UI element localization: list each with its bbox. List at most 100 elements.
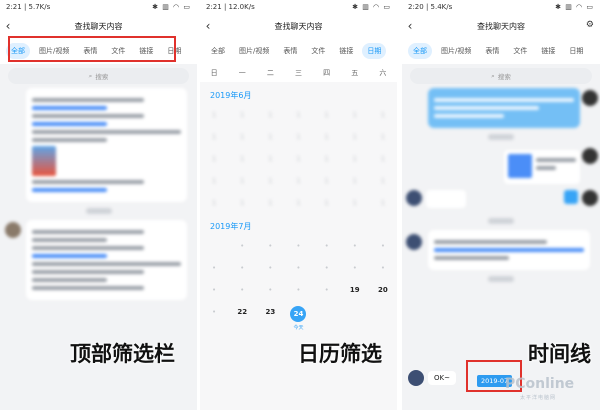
message-bubble[interactable] [428,230,590,270]
calendar-day: 1 [211,111,217,119]
calendar-day[interactable]: 22 [228,306,256,318]
back-arrow-icon[interactable]: ‹ [200,19,216,33]
calendar-day: • [352,264,357,272]
status-time: 2:21 | 5.7K/s [6,3,51,11]
calendar-day: 1 [380,111,386,119]
calendar-day[interactable]: 20 [369,284,397,296]
tab-links[interactable]: 链接 [334,43,358,59]
calendar-day: 1 [380,155,386,163]
highlight-box-tabs [8,36,176,62]
filter-tabs: 全部 图片/视频 表情 文件 链接 日期 [402,38,600,64]
search-icon: ⌕ [491,71,495,80]
message-bubble-ok[interactable]: OK~ [428,371,456,385]
tab-files[interactable]: 文件 [508,43,532,59]
calendar-day: 1 [211,155,217,163]
calendar-day: 1 [268,133,273,141]
calendar-day: 1 [352,177,357,185]
tab-date[interactable]: 日期 [362,43,387,59]
calendar-grid-june: 1 1 1 1 1 1 1 1 1 1 1 1 1 1 1 1 1 1 1 1 1 1 1 1 1 1 1 1 1 1 1 1 1 1 1 [200,105,397,213]
calendar-day [200,240,228,252]
search-placeholder: 搜索 [497,73,511,81]
weekday-label: 日 [210,69,218,77]
tab-all[interactable]: 全部 [408,43,432,59]
tab-stickers[interactable]: 表情 [278,43,302,59]
month-label-july: 2019年7月 [200,213,397,236]
calendar-day: 1 [380,133,386,141]
watermark-logo: PConline [505,376,575,392]
calendar-day: 1 [239,177,245,185]
tab-media[interactable]: 图片/视频 [234,43,274,59]
search-placeholder: 搜索 [95,73,109,81]
calendar-day: • [212,286,217,294]
back-arrow-icon[interactable]: ‹ [402,19,418,33]
search-icon: ⌕ [88,71,93,80]
calendar-day: 1 [296,177,301,185]
status-bar: 2:21 | 5.7K/s ✱ ▥ ◠ ▭ [0,0,197,14]
message-bubble[interactable] [26,220,187,300]
calendar-day: • [380,242,385,250]
tab-links[interactable]: 链接 [536,43,560,59]
page-title: 查找聊天内容 [477,21,525,31]
status-time: 2:21 | 12.0K/s [206,3,255,11]
calendar-day: 1 [239,111,245,119]
message-bubble[interactable] [428,88,580,128]
tab-stickers[interactable]: 表情 [480,43,504,59]
calendar-day: 1 [324,155,329,163]
calendar-day: • [296,242,301,250]
title-bar: ‹ 查找聊天内容 [200,14,397,38]
calendar-day: 1 [380,177,386,185]
calendar-day: 1 [380,199,386,207]
weekday-label: 四 [323,69,331,77]
weekday-label: 三 [294,69,302,77]
calendar-day: 1 [268,155,273,163]
tab-media[interactable]: 图片/视频 [436,43,476,59]
chat-search-screen-calendar: 2:21 | 12.0K/s ✱ ▥ ◠ ▭ ‹ 查找聊天内容 全部 图片/视频… [200,0,397,410]
back-arrow-icon[interactable]: ‹ [0,19,16,33]
tab-all[interactable]: 全部 [206,43,230,59]
tab-date[interactable]: 日期 [564,43,588,59]
caption-top-filter: 顶部筛选栏 [70,342,175,366]
watermark-subtitle: 太平洋电脑网 [520,395,557,401]
calendar-day-today[interactable]: 24 今天 [284,306,312,331]
calendar-day: 1 [239,199,245,207]
calendar-day[interactable]: 23 [256,306,284,318]
page-title: 查找聊天内容 [74,21,123,31]
calendar-day: 1 [296,155,301,163]
calendar-day: • [380,264,385,272]
calendar-day: 1 [296,133,301,141]
calendar-day: 1 [324,177,329,185]
calendar-day: • [324,264,329,272]
month-label-june: 2019年6月 [200,82,397,105]
calendar-day: • [268,242,273,250]
weekday-label: 六 [379,69,387,77]
calendar-day: 1 [239,155,245,163]
message-bubble[interactable] [26,88,187,202]
chat-search-screen-timeline: 2:20 | 5.4K/s ✱ ▥ ◠ ▭ ‹ 查找聊天内容 ⚙ 全部 图片/视… [402,0,600,410]
page-title: 查找聊天内容 [274,21,323,31]
calendar-day[interactable]: 19 [341,284,369,296]
calendar-day: • [240,264,245,272]
calendar-day: 1 [324,133,329,141]
tab-files[interactable]: 文件 [306,43,330,59]
avatar[interactable] [408,370,424,386]
calendar-day: • [240,242,245,250]
weekday-label: 五 [351,69,359,77]
search-input[interactable]: ⌕ 搜索 [8,68,189,84]
caption-calendar-filter: 日历筛选 [298,342,382,366]
calendar-day: • [296,264,301,272]
calendar-day: • [268,264,273,272]
calendar-day: • [352,242,357,250]
search-input[interactable]: ⌕ 搜索 [410,68,592,84]
calendar-day: 1 [268,111,273,119]
calendar-day: 1 [239,133,245,141]
calendar-day: • [268,286,273,294]
calendar-day: 1 [268,177,273,185]
calendar-day: 1 [211,199,217,207]
calendar-day [313,306,341,318]
settings-sliders-icon[interactable]: ⚙ [586,20,594,30]
calendar-day: • [324,286,329,294]
blurred-messages [0,88,197,300]
calendar-day: 1 [296,199,301,207]
caption-timeline: 时间线 [528,342,591,366]
calendar-day: 1 [324,199,329,207]
